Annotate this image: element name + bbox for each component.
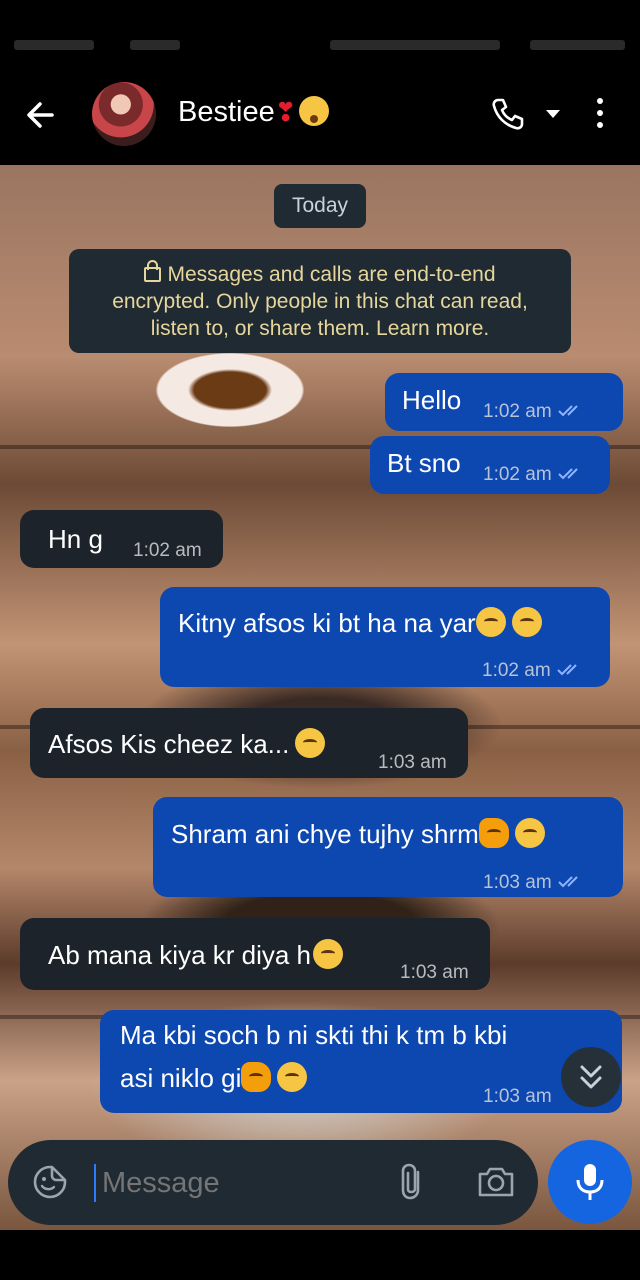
voice-call-icon[interactable] <box>490 96 526 132</box>
contact-avatar[interactable] <box>92 82 156 146</box>
rolling-eyes-face-emoji-icon <box>313 939 344 969</box>
contact-name-text: Bestiee <box>178 96 275 128</box>
pleading-face-emoji-icon <box>514 818 545 848</box>
message-input[interactable] <box>100 1140 324 1227</box>
sad-relieved-face-emoji-icon <box>511 607 542 637</box>
chat-header: Bestiee❣ <box>0 60 640 165</box>
read-receipt-ticks-icon <box>556 663 583 677</box>
encryption-notice[interactable]: Messages and calls are end-to-end encryp… <box>69 249 571 353</box>
message-bubble-outgoing[interactable]: Hello 1:02 am <box>385 373 623 431</box>
double-chevron-down-icon <box>580 1065 602 1089</box>
read-receipt-ticks-icon <box>557 467 584 481</box>
message-time: 1:02 am <box>483 401 584 423</box>
fist-emoji-icon <box>478 818 509 848</box>
message-bubble-outgoing[interactable]: Bt sno 1:02 am <box>370 436 610 494</box>
call-options-dropdown-icon[interactable] <box>546 110 560 118</box>
contact-name[interactable]: Bestiee❣ <box>178 96 329 129</box>
message-time: 1:03 am <box>400 962 469 983</box>
heart-emoji-icon: ❣ <box>274 97 297 127</box>
message-bubble-outgoing[interactable]: Shram ani chye tujhy shrm 1:03 am <box>153 797 623 897</box>
message-text: Hello <box>402 385 462 415</box>
thinking-face-emoji-icon <box>295 728 326 758</box>
lock-icon <box>144 260 162 282</box>
flushed-face-emoji-icon <box>298 96 329 126</box>
message-bubble-outgoing[interactable]: Kitny afsos ki bt ha na yar 1:02 am <box>160 587 610 687</box>
encryption-notice-line-2: encrypted. Only people in this chat can … <box>112 290 528 313</box>
message-text-line-2: asi niklo gi <box>120 1062 308 1094</box>
text-cursor <box>94 1164 96 1202</box>
message-time: 1:02 am <box>133 540 202 561</box>
message-bubble-incoming[interactable]: Afsos Kis cheez ka... 1:03 am <box>30 708 468 778</box>
status-bar <box>0 0 640 60</box>
fist-emoji-icon <box>241 1062 272 1092</box>
scroll-to-bottom-button[interactable] <box>561 1047 621 1107</box>
message-text: Shram ani chye tujhy shrm <box>171 818 545 850</box>
message-text: Bt sno <box>387 448 461 478</box>
message-text-line-1: Ma kbi soch b ni skti thi k tm b kbi <box>120 1020 508 1050</box>
message-bubble-outgoing[interactable]: Ma kbi soch b ni skti thi k tm b kbi asi… <box>100 1010 622 1113</box>
read-receipt-ticks-icon <box>557 404 584 418</box>
encryption-notice-line-1: Messages and calls are end-to-end <box>69 260 571 288</box>
message-text: Hn g <box>48 524 103 554</box>
message-text: Afsos Kis cheez ka... <box>48 728 326 760</box>
attach-paperclip-icon[interactable] <box>396 1162 430 1202</box>
message-text: Kitny afsos ki bt ha na yar <box>178 607 542 639</box>
status-clock-placeholder <box>14 40 94 50</box>
more-options-icon[interactable] <box>596 98 604 132</box>
date-chip: Today <box>274 184 366 228</box>
back-arrow-icon[interactable] <box>22 95 62 135</box>
message-text: Ab mana kiya kr diya h <box>48 939 344 971</box>
unamused-face-emoji-icon <box>277 1062 308 1092</box>
read-receipt-ticks-icon <box>557 875 584 889</box>
encryption-notice-line-3: listen to, or share them. Learn more. <box>150 317 490 340</box>
message-time: 1:02 am <box>482 660 583 682</box>
status-icons-placeholder <box>330 40 500 50</box>
message-bubble-incoming[interactable]: Ab mana kiya kr diya h 1:03 am <box>20 918 490 990</box>
voice-message-mic-button[interactable] <box>548 1140 632 1224</box>
camera-icon[interactable] <box>476 1164 516 1200</box>
pleading-face-emoji-icon <box>475 607 506 637</box>
status-time-placeholder <box>530 40 625 50</box>
message-bubble-incoming[interactable]: Hn g 1:02 am <box>20 510 223 568</box>
message-time: 1:02 am <box>483 464 584 486</box>
status-carrier-placeholder <box>130 40 180 50</box>
sticker-icon[interactable] <box>32 1164 68 1200</box>
system-navigation-bar <box>0 1230 640 1280</box>
message-time: 1:03 am <box>483 872 584 894</box>
message-time: 1:03 am <box>483 1086 552 1107</box>
message-time: 1:03 am <box>378 752 447 773</box>
microphone-icon <box>576 1164 604 1200</box>
message-composer <box>8 1140 538 1227</box>
